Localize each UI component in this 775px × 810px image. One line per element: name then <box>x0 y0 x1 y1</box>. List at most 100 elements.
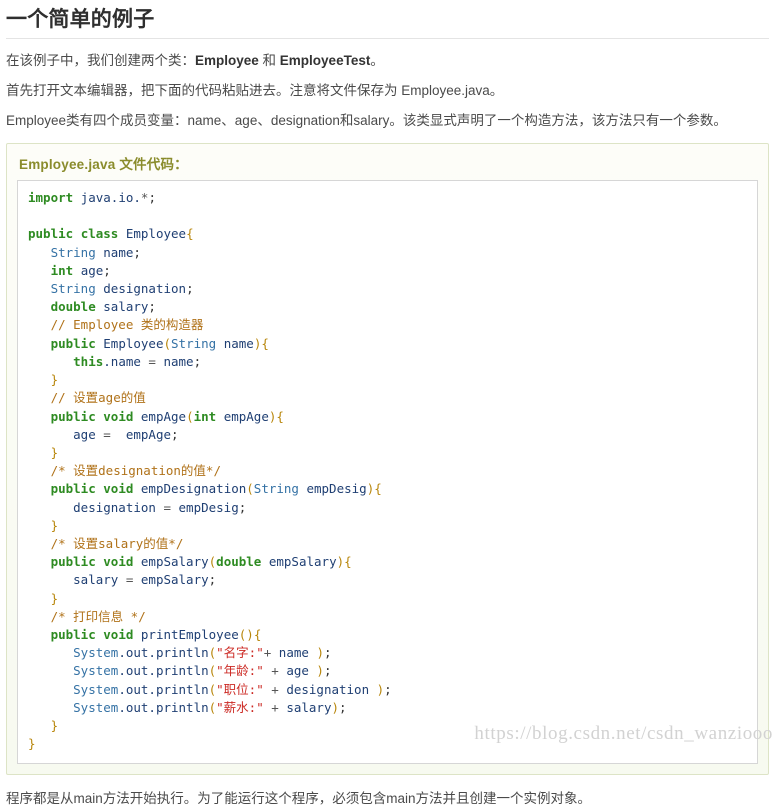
code-token: this <box>73 353 104 369</box>
code-token: String <box>253 481 299 497</box>
code-token: + <box>263 681 287 697</box>
code-token: ) <box>316 663 324 679</box>
code-token: + <box>263 645 279 661</box>
code-line: public void empDesignation(String empDes… <box>28 481 382 496</box>
code-token: ; <box>193 353 202 369</box>
code-token: { <box>374 481 382 497</box>
code-token: ( <box>163 335 172 351</box>
article-page: 一个简单的例子 在该例子中，我们创建两个类：Employee 和 Employe… <box>0 0 775 810</box>
code-line: /* 设置designation的值*/ <box>28 463 221 478</box>
code-line: System.out.println("名字:"+ name ); <box>28 645 331 661</box>
code-token: name <box>103 244 134 260</box>
code-line: } <box>28 445 59 460</box>
code-token: } <box>50 590 59 606</box>
code-line: System.out.println("职位:" + designation )… <box>28 682 392 697</box>
code-token: void <box>103 626 134 642</box>
code-token: public <box>28 226 74 242</box>
code-line: int age; <box>28 263 111 278</box>
code-token: { <box>344 554 352 570</box>
code-line: salary = empSalary; <box>28 572 216 587</box>
code-token: empAge <box>140 408 187 424</box>
code-line: public void printEmployee(){ <box>28 626 262 642</box>
code-token: .name <box>103 353 141 369</box>
code-token: designation <box>286 681 370 697</box>
code-example-box: Employee.java 文件代码： import java.io.*; pu… <box>6 143 769 776</box>
code-token: "薪水:" <box>216 699 264 715</box>
title-divider <box>6 38 769 40</box>
emphasis-text: EmployeeTest <box>279 53 371 69</box>
paragraph-intro: 在该例子中，我们创建两个类：Employee 和 EmployeeTest。 <box>6 47 769 77</box>
code-token: name <box>223 335 254 351</box>
code-line: public void empSalary(double empSalary){ <box>28 554 352 569</box>
code-line: // 设置age的值 <box>28 390 146 405</box>
paragraph-text: 在该例子中，我们创建两个类： <box>6 53 195 69</box>
code-line: String designation; <box>28 281 194 296</box>
code-token: System <box>73 645 119 661</box>
code-token: designation <box>103 281 187 297</box>
code-token: public <box>50 481 96 497</box>
java-code-listing[interactable]: import java.io.*; public class Employee{… <box>28 189 747 753</box>
code-token: salary <box>73 572 119 588</box>
code-token: empDesig <box>306 481 367 497</box>
code-token: ; <box>171 426 179 442</box>
code-token: String <box>171 335 217 351</box>
code-token: ( <box>246 481 254 497</box>
code-token: { <box>276 408 284 424</box>
code-token: System <box>73 699 119 715</box>
code-token: void <box>103 554 134 570</box>
code-line: this.name = name; <box>28 354 201 369</box>
code-token: /* 设置salary的值*/ <box>50 535 184 551</box>
code-token: { <box>186 226 194 242</box>
code-line: String name; <box>28 245 141 260</box>
code-token: int <box>193 408 217 424</box>
code-token: salary <box>286 699 332 715</box>
code-token: public <box>50 626 96 642</box>
article-paragraphs: 在该例子中，我们创建两个类：Employee 和 EmployeeTest。 首先… <box>6 47 769 137</box>
page-title: 一个简单的例子 <box>6 8 155 31</box>
code-token: empDesignation <box>140 481 247 497</box>
code-token: String <box>50 281 96 297</box>
code-token: age <box>286 663 309 679</box>
code-line: // Employee 类的构造器 <box>28 317 204 332</box>
code-line: import java.io.*; <box>28 190 156 205</box>
code-token: // 设置age的值 <box>50 390 146 406</box>
code-token: ; <box>238 499 247 515</box>
emphasis-text: Employee <box>195 53 259 69</box>
code-token: "名字:" <box>216 645 264 661</box>
code-token: empAge <box>223 408 269 424</box>
code-surface[interactable]: import java.io.*; public class Employee{… <box>17 180 758 765</box>
code-line: designation = empDesig; <box>28 500 246 515</box>
code-token: } <box>50 717 59 733</box>
code-block-title: Employee.java 文件代码： <box>19 157 188 173</box>
code-token: System <box>73 663 119 679</box>
code-token: + <box>263 663 287 679</box>
code-line: /* 设置salary的值*/ <box>28 535 184 551</box>
code-token: .out.println <box>118 681 209 697</box>
code-token: /* 设置designation的值*/ <box>50 463 221 479</box>
code-line: } <box>28 518 59 533</box>
code-line: } <box>28 717 59 733</box>
code-token: "年龄:" <box>216 663 264 679</box>
code-line: age = empAge; <box>28 426 179 442</box>
